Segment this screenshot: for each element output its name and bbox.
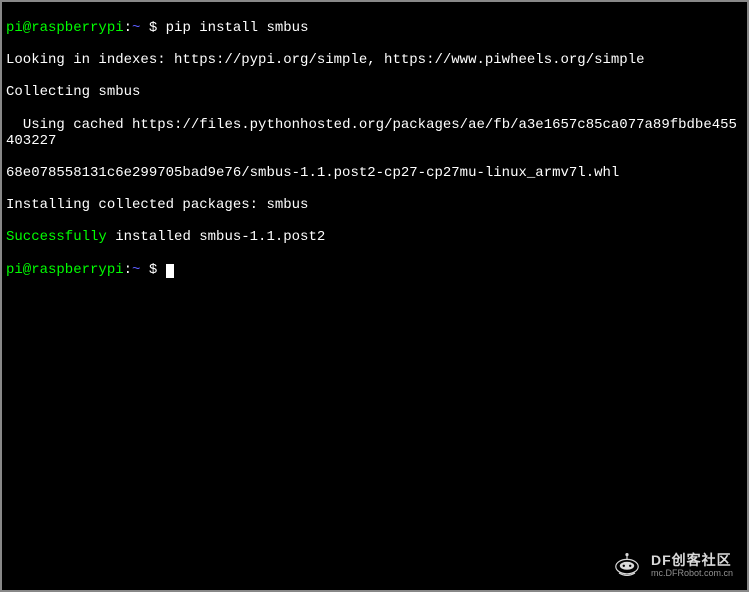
- watermark-prefix: DF: [651, 552, 672, 568]
- robot-icon: [611, 552, 643, 578]
- prompt-symbol: $: [140, 20, 165, 36]
- success-word: Successfully: [6, 229, 107, 245]
- output-line: Using cached https://files.pythonhosted.…: [6, 117, 743, 149]
- terminal-output[interactable]: pi@raspberrypi:~ $ pip install smbus Loo…: [2, 2, 747, 296]
- command-text: pip install smbus: [166, 20, 309, 36]
- prompt-colon: :: [124, 262, 132, 278]
- prompt-symbol: $: [140, 262, 165, 278]
- watermark: DF创客社区 mc.DFRobot.com.cn: [611, 552, 733, 578]
- success-line: Successfully installed smbus-1.1.post2: [6, 229, 743, 245]
- success-rest: installed smbus-1.1.post2: [107, 229, 325, 245]
- output-line: 68e078558131c6e299705bad9e76/smbus-1.1.p…: [6, 165, 743, 181]
- prompt-line-2: pi@raspberrypi:~ $: [6, 262, 743, 278]
- output-line: Installing collected packages: smbus: [6, 197, 743, 213]
- cursor[interactable]: [166, 264, 174, 278]
- watermark-title-text: 创客社区: [672, 552, 732, 568]
- watermark-text: DF创客社区 mc.DFRobot.com.cn: [651, 552, 733, 578]
- watermark-title: DF创客社区: [651, 552, 733, 568]
- watermark-url: mc.DFRobot.com.cn: [651, 568, 733, 578]
- prompt-colon: :: [124, 20, 132, 36]
- output-line: Looking in indexes: https://pypi.org/sim…: [6, 52, 743, 68]
- output-line: Collecting smbus: [6, 84, 743, 100]
- prompt-user: pi@raspberrypi: [6, 262, 124, 278]
- prompt-line-1: pi@raspberrypi:~ $ pip install smbus: [6, 20, 743, 36]
- prompt-user: pi@raspberrypi: [6, 20, 124, 36]
